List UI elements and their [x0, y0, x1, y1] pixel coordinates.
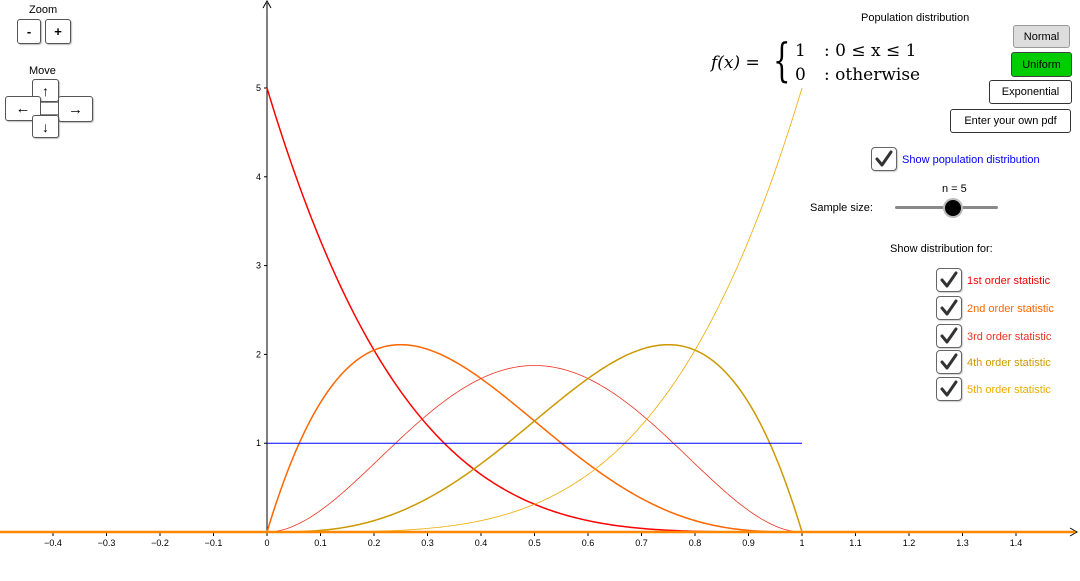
x-tick-label: 0.8	[689, 538, 702, 548]
x-tick-label: 0.3	[421, 538, 434, 548]
order-statistic-label-5: 5th order statistic	[967, 384, 1051, 396]
checkmark-icon	[940, 271, 958, 288]
order-statistic-checkbox-5[interactable]	[936, 377, 962, 401]
x-tick-label: 1	[799, 538, 804, 548]
move-right-button[interactable]: →	[58, 96, 93, 122]
order-statistic-label-3: 3rd order statistic	[967, 331, 1052, 343]
y-tick-label: 3	[256, 261, 261, 271]
x-tick-label: 0.6	[582, 538, 595, 548]
order-statistic-checkbox-3[interactable]	[936, 324, 962, 348]
x-tick-label: 0.9	[742, 538, 755, 548]
checkmark-icon	[875, 150, 893, 167]
show-population-checkbox[interactable]	[871, 147, 897, 171]
x-tick-label: −0.1	[205, 538, 223, 548]
order-statistic-checkbox-4[interactable]	[936, 350, 962, 374]
checkmark-icon	[940, 380, 958, 397]
show-population-label: Show population distribution	[902, 154, 1040, 166]
order-statistic-label-4: 4th order statistic	[967, 357, 1051, 369]
x-tick-label: 0.1	[314, 538, 327, 548]
x-tick-label: 1.2	[903, 538, 916, 548]
formula-lhs: f(x) =	[711, 53, 760, 73]
order-statistic-curve-3	[266, 365, 803, 533]
x-tick-label: −0.3	[98, 538, 116, 548]
checkmark-icon	[940, 353, 958, 370]
order-statistic-curve-5	[267, 87, 803, 533]
x-tick-label: 0.2	[368, 538, 381, 548]
x-tick-label: 0.4	[475, 538, 488, 548]
y-tick-label: 2	[256, 349, 261, 359]
zoom-out-button[interactable]: -	[17, 19, 41, 44]
sample-size-value: n = 5	[942, 183, 967, 195]
y-tick-label: 4	[256, 172, 261, 182]
formula-row1-condition: : 0 ≤ x ≤ 1	[824, 41, 917, 61]
checkmark-icon	[940, 299, 958, 316]
x-tick-label: 0	[264, 538, 269, 548]
order-statistic-curve-1	[266, 87, 802, 533]
order-statistic-label-1: 1st order statistic	[967, 275, 1051, 287]
x-tick-label: 1.3	[956, 538, 969, 548]
sample-size-label: Sample size:	[810, 202, 873, 214]
uniform-button[interactable]: Uniform	[1011, 52, 1072, 77]
pdf-formula: f(x) = { 1 : 0 ≤ x ≤ 1 0 : otherwise	[711, 33, 931, 92]
x-tick-label: 1.4	[1010, 538, 1023, 548]
move-center-connector	[41, 102, 58, 115]
enter-own-pdf-button[interactable]: Enter your own pdf	[950, 109, 1071, 133]
sample-size-slider-handle[interactable]	[945, 200, 961, 216]
formula-row2-value: 0	[795, 65, 806, 85]
order-statistic-checkbox-2[interactable]	[936, 296, 962, 320]
population-title: Population distribution	[861, 12, 970, 24]
y-tick-label: 5	[256, 83, 261, 93]
move-label: Move	[29, 65, 56, 77]
formula-row1-value: 1	[795, 41, 806, 61]
x-tick-label: −0.4	[44, 538, 62, 548]
move-down-button[interactable]: ↓	[32, 115, 59, 138]
zoom-label: Zoom	[29, 4, 58, 16]
x-tick-label: 0.7	[635, 538, 648, 548]
formula-brace: {	[773, 33, 791, 87]
y-tick-label: 1	[256, 438, 261, 448]
x-tick-label: −0.2	[151, 538, 169, 548]
order-statistic-checkbox-1[interactable]	[936, 268, 962, 292]
formula-row2-condition: : otherwise	[824, 65, 921, 85]
checkmark-icon	[940, 327, 958, 344]
order-statistic-label-2: 2nd order statistic	[967, 303, 1054, 315]
x-tick-label: 1.1	[849, 538, 862, 548]
exponential-button[interactable]: Exponential	[989, 80, 1072, 104]
normal-button[interactable]: Normal	[1013, 25, 1070, 48]
x-tick-label: 0.5	[528, 538, 541, 548]
show-distribution-title: Show distribution for:	[890, 243, 993, 255]
zoom-in-button[interactable]: +	[45, 19, 71, 44]
